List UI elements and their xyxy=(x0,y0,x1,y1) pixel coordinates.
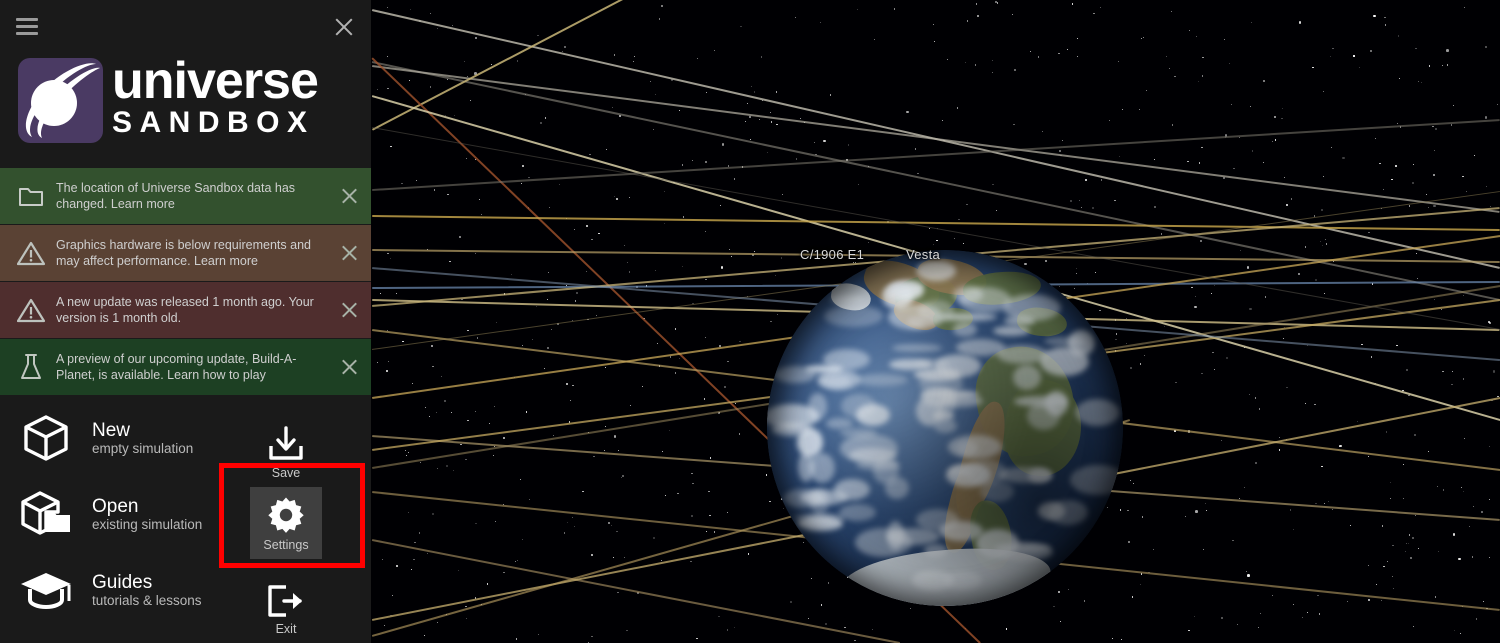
cube-folder-icon xyxy=(0,490,92,538)
notification-banner[interactable]: Graphics hardware is below requirements … xyxy=(0,225,371,281)
brand-word: universe xyxy=(112,52,319,110)
gear-icon xyxy=(267,494,305,534)
planet-ring-glyph xyxy=(25,63,100,138)
menu-item-labels: Guides tutorials & lessons xyxy=(92,572,202,609)
menu-item-open[interactable]: Open existing simulation xyxy=(0,483,230,545)
object-label[interactable]: C/1906 E1 xyxy=(800,247,864,262)
notification-list: The location of Universe Sandbox data ha… xyxy=(0,168,371,395)
notification-banner[interactable]: A preview of our upcoming update, Build-… xyxy=(0,339,371,395)
brand-logo: universe SANDBOX xyxy=(0,54,371,162)
graduation-cap-icon xyxy=(0,568,92,612)
universe-sandbox-window: C/1906 E1 Vesta universe SANDBOX The loc… xyxy=(0,0,1500,643)
cube-icon xyxy=(0,414,92,462)
cube-folder-icon xyxy=(21,491,70,535)
warning-triangle-icon xyxy=(8,236,54,270)
exit-button-label: Exit xyxy=(275,622,297,636)
main-menu-sidebar: universe SANDBOX The location of Univers… xyxy=(0,0,371,643)
notification-text: A preview of our upcoming update, Build-… xyxy=(56,352,297,382)
notification-close-icon[interactable] xyxy=(340,301,359,320)
flask-icon xyxy=(21,354,41,379)
warning-triangle-icon xyxy=(17,241,45,265)
save-button-label: Save xyxy=(271,466,301,480)
brand-subword: SANDBOX xyxy=(112,106,315,139)
close-icon[interactable] xyxy=(331,14,357,40)
menu-list: New empty simulation Open existing simulati… xyxy=(0,407,371,643)
gear-icon xyxy=(268,497,304,533)
hamburger-bar xyxy=(16,32,38,35)
folder-icon xyxy=(8,179,54,213)
menu-item-labels: Open existing simulation xyxy=(92,496,202,533)
notification-text: The location of Universe Sandbox data ha… xyxy=(56,181,296,211)
menu-item-subtitle: empty simulation xyxy=(92,440,194,456)
menu-item-guides[interactable]: Guides tutorials & lessons xyxy=(0,559,230,621)
save-download-icon xyxy=(269,426,303,460)
notification-close-icon[interactable] xyxy=(340,187,359,206)
settings-button-label: Settings xyxy=(263,538,309,552)
folder-icon xyxy=(19,188,43,206)
cube-icon xyxy=(24,415,68,461)
warning-triangle-icon xyxy=(8,293,54,327)
exit-logout-icon xyxy=(268,585,302,617)
hamburger-bar xyxy=(16,25,38,28)
flask-icon xyxy=(8,350,54,384)
notification-close-icon[interactable] xyxy=(340,244,359,263)
save-download-icon xyxy=(267,422,305,462)
universe-sandbox-logo-icon xyxy=(18,58,103,143)
settings-button[interactable]: Settings xyxy=(250,487,322,559)
menu-item-title: Guides xyxy=(92,571,153,593)
menu-item-labels: New empty simulation xyxy=(92,420,193,457)
save-button[interactable]: Save xyxy=(250,415,322,487)
menu-item-subtitle: tutorials & lessons xyxy=(92,592,202,608)
menu-item-new[interactable]: New empty simulation xyxy=(0,407,230,469)
menu-item-title: New xyxy=(92,419,131,441)
graduation-cap-icon xyxy=(21,573,71,609)
notification-banner[interactable]: The location of Universe Sandbox data ha… xyxy=(0,168,371,224)
sidebar-topbar xyxy=(0,0,371,54)
menu-item-title: Open xyxy=(92,495,139,517)
hamburger-icon[interactable] xyxy=(16,18,38,35)
warning-triangle-icon xyxy=(17,298,45,322)
earth-globe[interactable] xyxy=(767,250,1123,606)
notification-text: Graphics hardware is below requirements … xyxy=(56,238,311,268)
object-label[interactable]: Vesta xyxy=(906,247,940,262)
notification-text: A new update was released 1 month ago. Y… xyxy=(56,295,314,325)
exit-logout-icon xyxy=(266,578,306,618)
menu-item-subtitle: existing simulation xyxy=(92,516,203,532)
notification-banner[interactable]: A new update was released 1 month ago. Y… xyxy=(0,282,371,338)
notification-close-icon[interactable] xyxy=(340,358,359,377)
hamburger-bar xyxy=(16,18,38,21)
earth-limb-shading xyxy=(767,250,1123,606)
brand-wordmark: universe SANDBOX xyxy=(112,52,319,139)
exit-button[interactable]: Exit xyxy=(250,571,322,643)
